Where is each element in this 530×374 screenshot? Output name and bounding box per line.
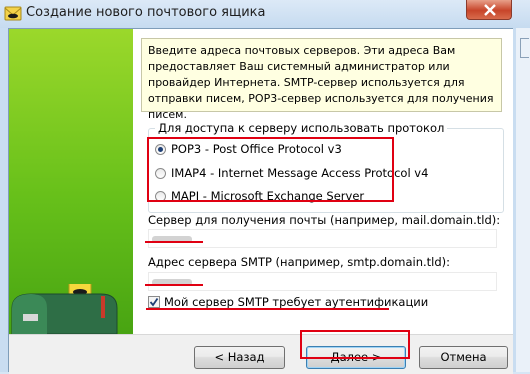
wizard-content: Введите адреса почтовых серверов. Эти ад…: [133, 29, 513, 334]
radio-imap4[interactable]: IMAP4 - Internet Message Access Protocol…: [155, 166, 485, 184]
bat-envelope-icon: [4, 5, 22, 22]
radio-imap4-dot[interactable]: [155, 168, 166, 179]
radio-mapi-dot[interactable]: [155, 191, 166, 202]
radio-pop3-label: POP3 - Post Office Protocol v3: [171, 142, 342, 156]
info-box: Введите адреса почтовых серверов. Эти ад…: [141, 38, 502, 121]
smtp-server-input[interactable]: [148, 272, 497, 291]
back-button[interactable]: < Назад: [194, 346, 285, 369]
incoming-server-label: Сервер для получения почты (например, ma…: [148, 213, 501, 227]
smtp-auth-label: Мой сервер SMTP требует аутентификации: [164, 295, 429, 309]
radio-pop3[interactable]: POP3 - Post Office Protocol v3: [155, 142, 485, 160]
radio-pop3-dot[interactable]: [155, 144, 166, 155]
wizard-sidebar: [9, 29, 133, 335]
close-button[interactable]: [466, 0, 512, 20]
button-bar: < Назад Далее > Отмена: [9, 334, 513, 374]
window-title: Создание нового почтового ящика: [26, 5, 266, 20]
smtp-auth-checkbox-box[interactable]: [148, 296, 160, 308]
info-text: Введите адреса почтовых серверов. Эти ад…: [148, 44, 494, 121]
radio-mapi[interactable]: MAPI - Microsoft Exchange Server: [155, 189, 485, 207]
dialog-window: Создание нового почтового ящика Введите …: [0, 0, 530, 374]
radio-imap4-label: IMAP4 - Internet Message Access Protocol…: [171, 166, 429, 180]
title-bar[interactable]: Создание нового почтового ящика: [0, 0, 530, 28]
incoming-server-input[interactable]: [148, 229, 497, 248]
protocol-group-label: Для доступа к серверу использовать прото…: [155, 121, 448, 135]
smtp-server-label: Адрес сервера SMTP (например, smtp.domai…: [148, 255, 451, 269]
cancel-button[interactable]: Отмена: [419, 346, 508, 369]
radio-mapi-label: MAPI - Microsoft Exchange Server: [171, 189, 365, 203]
next-button[interactable]: Далее >: [306, 346, 406, 369]
protocol-group: Для доступа к серверу использовать прото…: [148, 121, 504, 213]
smtp-auth-checkbox[interactable]: Мой сервер SMTP требует аутентификации: [148, 295, 428, 311]
background-window-edge: [516, 28, 530, 372]
dialog-client-area: Введите адреса почтовых серверов. Эти ад…: [8, 28, 513, 374]
